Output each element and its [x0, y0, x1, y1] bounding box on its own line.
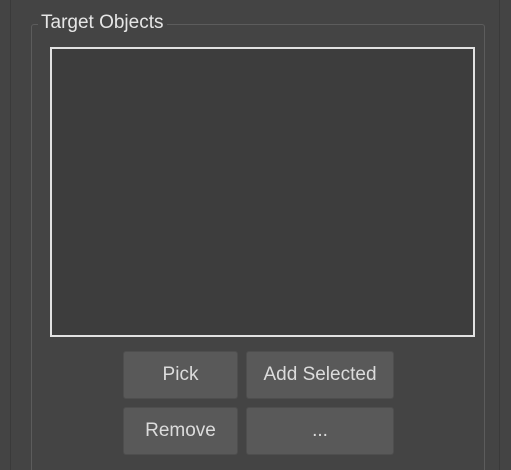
pick-button[interactable]: Pick	[123, 351, 238, 399]
more-options-button[interactable]: ...	[246, 407, 394, 455]
remove-button[interactable]: Remove	[123, 407, 238, 455]
panel-right-divider	[499, 0, 500, 470]
add-selected-button[interactable]: Add Selected	[246, 351, 394, 399]
target-objects-list[interactable]	[50, 47, 475, 337]
group-title: Target Objects	[38, 12, 167, 34]
panel-left-divider	[10, 0, 11, 470]
